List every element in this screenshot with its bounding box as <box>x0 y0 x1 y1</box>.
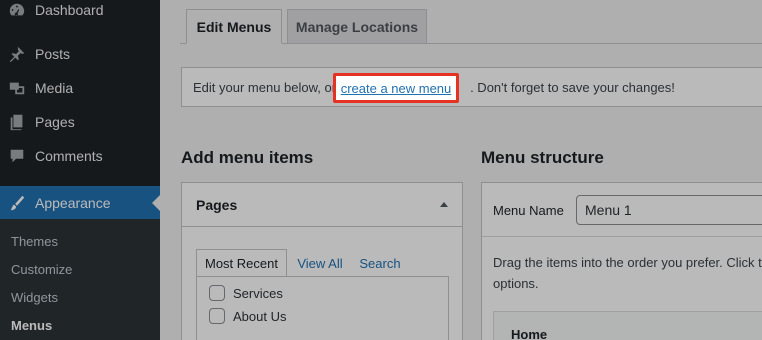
tab-edit-menus[interactable]: Edit Menus <box>186 9 282 44</box>
sidebar-item-label: Posts <box>35 46 71 62</box>
tab-search[interactable]: Search <box>359 249 401 277</box>
page-option-label: Services <box>233 285 283 301</box>
sidebar-item-label: Pages <box>35 114 75 130</box>
tab-view-all[interactable]: View All <box>295 249 345 277</box>
services-checkbox[interactable] <box>209 285 225 301</box>
menu-name-row: Menu Name Menu 1 <box>482 183 762 237</box>
notice-bar: Edit your menu below, or . Don't forget … <box>181 67 762 107</box>
pin-icon <box>7 44 27 64</box>
about-us-checkbox[interactable] <box>209 308 225 324</box>
tab-manage-locations[interactable]: Manage Locations <box>287 9 427 44</box>
menu-name-label: Menu Name <box>493 203 564 218</box>
sidebar-item-appearance[interactable]: Appearance <box>0 186 160 220</box>
submenu-item-menus[interactable]: Menus <box>11 318 52 333</box>
dashboard-icon <box>7 0 27 20</box>
collapse-arrow-icon[interactable] <box>440 202 448 207</box>
admin-sidebar: Dashboard Posts Media Pages Comments App… <box>0 0 160 340</box>
sidebar-item-media[interactable]: Media <box>0 71 160 105</box>
sidebar-item-label: Appearance <box>35 195 111 211</box>
submenu-item-customize[interactable]: Customize <box>11 262 72 277</box>
brush-icon <box>7 193 27 213</box>
menu-item-home[interactable]: Home <box>493 311 762 340</box>
menu-structure-heading: Menu structure <box>481 148 604 167</box>
notice-text-before: Edit your menu below, or <box>193 79 337 95</box>
page-option-label: About Us <box>233 308 287 324</box>
notice-text-after: . Don't forget to save your changes! <box>470 79 675 95</box>
most-recent-panel: Services About Us <box>196 276 449 340</box>
comment-icon <box>7 146 27 166</box>
page-option-services[interactable]: Services <box>209 285 283 301</box>
menu-instructions: Drag the items into the order you prefer… <box>493 252 762 294</box>
create-new-menu-link[interactable]: create a new menu <box>341 81 452 96</box>
page-option-about-us[interactable]: About Us <box>209 308 286 324</box>
pages-tabs: Most Recent View All Search <box>196 249 448 277</box>
menu-structure-panel: Menu Name Menu 1 Drag the items into the… <box>481 182 762 340</box>
instructions-line-1: Drag the items into the order you prefer… <box>493 255 762 270</box>
pages-icon <box>7 112 27 132</box>
sidebar-item-label: Media <box>35 80 74 96</box>
sidebar-item-comments[interactable]: Comments <box>0 139 160 173</box>
pages-panel-header[interactable]: Pages <box>182 183 462 227</box>
sidebar-item-dashboard[interactable]: Dashboard <box>0 0 160 27</box>
sidebar-item-pages[interactable]: Pages <box>0 105 160 139</box>
main-content: Edit Menus Manage Locations Edit your me… <box>160 0 762 340</box>
submenu-item-widgets[interactable]: Widgets <box>11 290 58 305</box>
submenu-item-themes[interactable]: Themes <box>11 234 58 249</box>
create-new-menu-highlight: create a new menu <box>333 73 459 103</box>
sidebar-item-label: Dashboard <box>35 2 104 18</box>
media-icon <box>7 78 27 98</box>
tab-most-recent[interactable]: Most Recent <box>196 249 287 277</box>
pages-panel-title: Pages <box>196 196 238 213</box>
instructions-line-2: options. <box>493 276 539 291</box>
pages-panel: Pages Most Recent View All Search Servic… <box>181 182 463 340</box>
menu-name-input[interactable]: Menu 1 <box>576 195 762 225</box>
sidebar-item-label: Comments <box>35 148 103 164</box>
appearance-submenu: Themes Customize Widgets Menus <box>0 219 160 340</box>
sidebar-item-posts[interactable]: Posts <box>0 37 160 71</box>
add-menu-items-heading: Add menu items <box>181 148 314 167</box>
